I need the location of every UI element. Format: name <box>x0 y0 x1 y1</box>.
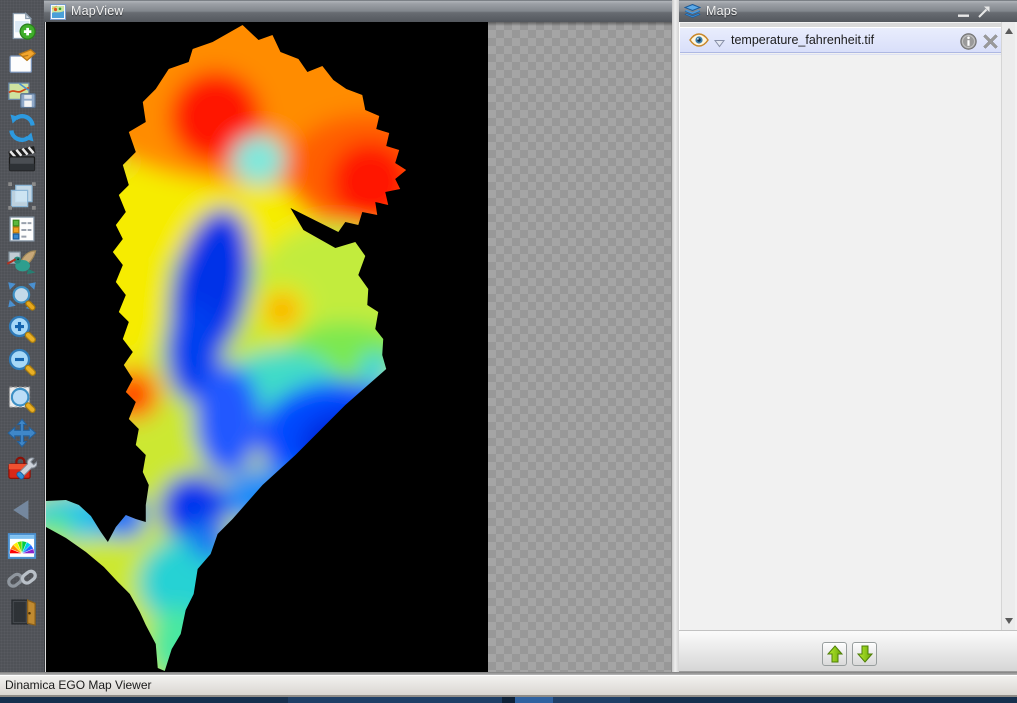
scroll-up-icon[interactable] <box>1005 28 1013 34</box>
zoom-out-icon <box>7 347 37 377</box>
eye-icon <box>689 33 709 47</box>
layer-info-button[interactable] <box>960 33 977 50</box>
scroll-down-icon[interactable] <box>1005 618 1013 624</box>
maps-title: Maps <box>706 4 737 18</box>
back-arrow-icon <box>8 496 36 524</box>
exit-button[interactable] <box>4 595 40 629</box>
vertical-scrollbar[interactable] <box>1001 22 1015 630</box>
layer-name: temperature_fahrenheit.tif <box>731 28 874 53</box>
float-arrow-icon <box>977 4 992 19</box>
back-button[interactable] <box>4 493 40 527</box>
layers-list <box>679 22 1017 630</box>
minimize-icon <box>957 6 971 18</box>
up-arrow-icon <box>827 645 843 663</box>
float-button[interactable] <box>976 4 992 20</box>
down-arrow-icon <box>857 645 873 663</box>
visibility-toggle[interactable] <box>688 33 709 48</box>
zoom-fit-button[interactable] <box>4 279 40 313</box>
zoom-in-button[interactable] <box>4 312 40 346</box>
legend-icon <box>7 214 37 244</box>
mapview-titlebar[interactable]: MapView <box>44 0 674 22</box>
move-layer-down-button[interactable] <box>852 642 877 666</box>
taskbar-segment <box>553 697 630 703</box>
refresh-icon <box>7 113 37 143</box>
taskbar-segment <box>288 697 502 703</box>
new-map-icon <box>7 11 37 41</box>
close-icon <box>983 34 998 49</box>
layer-row[interactable]: temperature_fahrenheit.tif <box>680 27 1001 53</box>
mapview-icon <box>50 4 66 20</box>
palette-button[interactable] <box>4 529 40 563</box>
remove-layer-button[interactable] <box>982 34 998 50</box>
layers-icon <box>684 4 701 20</box>
zoom-fit-icon <box>7 281 37 311</box>
zoom-selection-button[interactable] <box>4 382 40 416</box>
maps-footer <box>679 630 1017 671</box>
toolbar <box>0 0 45 675</box>
open-map-icon <box>7 46 37 76</box>
status-text: Dinamica EGO Map Viewer <box>5 676 152 695</box>
exit-door-icon <box>7 597 37 627</box>
app-window: MapView <box>0 0 1017 703</box>
save-map-icon <box>7 80 37 110</box>
animation-button[interactable] <box>4 143 40 177</box>
chevron-down-icon <box>714 39 725 48</box>
minimize-button[interactable] <box>956 6 972 20</box>
move-layer-up-button[interactable] <box>822 642 847 666</box>
status-bar: Dinamica EGO Map Viewer <box>0 675 1017 695</box>
hummingbird-icon <box>6 247 38 277</box>
selection-layers-icon <box>7 181 37 211</box>
zoom-selection-icon <box>7 384 37 414</box>
new-map-button[interactable] <box>4 9 40 43</box>
expand-layer-button[interactable] <box>713 36 726 46</box>
pan-icon <box>7 418 37 448</box>
select-region-button[interactable] <box>4 179 40 213</box>
pan-button[interactable] <box>4 416 40 450</box>
save-map-button[interactable] <box>4 78 40 112</box>
taskbar-strip <box>0 697 1017 703</box>
zoom-in-icon <box>7 314 37 344</box>
clapperboard-icon <box>7 145 37 175</box>
taskbar-segment <box>515 697 553 703</box>
link-button[interactable] <box>4 562 40 596</box>
tools-button[interactable] <box>4 452 40 486</box>
open-map-button[interactable] <box>4 44 40 78</box>
refresh-button[interactable] <box>4 111 40 145</box>
hummingbird-button[interactable] <box>4 245 40 279</box>
link-icon <box>7 564 37 594</box>
info-icon <box>960 33 977 50</box>
transparent-region <box>488 22 672 672</box>
zoom-out-button[interactable] <box>4 345 40 379</box>
temperature-raster <box>46 22 488 672</box>
mapview-title: MapView <box>71 4 124 18</box>
panel-splitter[interactable] <box>672 0 679 672</box>
map-canvas[interactable] <box>46 22 488 672</box>
toolbox-icon <box>7 454 37 484</box>
maps-titlebar[interactable]: Maps <box>679 0 1017 22</box>
row-divider <box>680 54 1001 55</box>
legend-button[interactable] <box>4 212 40 246</box>
taskbar-segment <box>502 697 515 703</box>
color-palette-icon <box>7 531 37 561</box>
